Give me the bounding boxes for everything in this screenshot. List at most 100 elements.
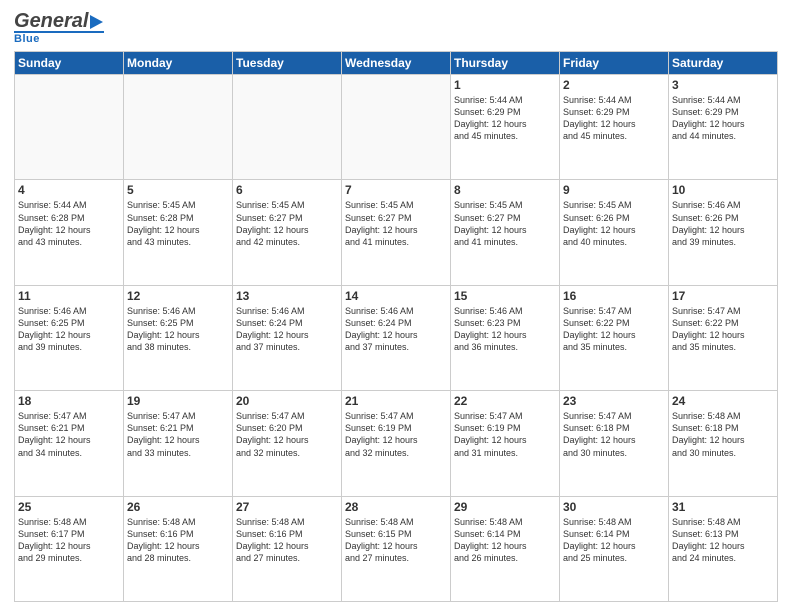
day-number: 30 — [563, 500, 665, 514]
day-number: 6 — [236, 183, 338, 197]
day-cell-10: 10 Sunrise: 5:46 AM Sunset: 6:26 PM Dayli… — [669, 180, 778, 285]
weekday-wednesday: Wednesday — [342, 52, 451, 75]
day-number: 29 — [454, 500, 556, 514]
weekday-tuesday: Tuesday — [233, 52, 342, 75]
day-cell-24: 24Sunrise: 5:48 AM Sunset: 6:18 PM Dayli… — [669, 391, 778, 496]
page: General Blue SundayMondayTuesdayWednesda… — [0, 0, 792, 612]
day-number: 11 — [18, 289, 120, 303]
day-number: 1 — [454, 78, 556, 92]
day-info: Sunrise: 5:46 AM Sunset: 6:24 PM Dayligh… — [236, 305, 338, 354]
day-info: Sunrise: 5:46 AM Sunset: 6:23 PM Dayligh… — [454, 305, 556, 354]
day-info: Sunrise: 5:48 AM Sunset: 6:14 PM Dayligh… — [563, 516, 665, 565]
day-cell-19: 19 Sunrise: 5:47 AM Sunset: 6:21 PM Dayli… — [124, 391, 233, 496]
day-number: 26 — [127, 500, 229, 514]
day-info: Sunrise: 5:47 AM Sunset: 6:18 PM Dayligh… — [563, 410, 665, 459]
day-cell-16: 16 Sunrise: 5:47 AM Sunset: 6:22 PM Dayli… — [560, 285, 669, 390]
day-cell-18: 18Sunrise: 5:47 AM Sunset: 6:21 PM Dayli… — [15, 391, 124, 496]
day-cell-8: 8 Sunrise: 5:45 AM Sunset: 6:27 PM Daylig… — [451, 180, 560, 285]
day-number: 8 — [454, 183, 556, 197]
day-info: Sunrise: 5:48 AM Sunset: 6:18 PM Dayligh… — [672, 410, 774, 459]
day-info: Sunrise: 5:48 AM Sunset: 6:13 PM Dayligh… — [672, 516, 774, 565]
empty-cell — [342, 75, 451, 180]
logo: General Blue — [14, 10, 104, 45]
day-info: Sunrise: 5:47 AM Sunset: 6:22 PM Dayligh… — [563, 305, 665, 354]
day-cell-7: 7 Sunrise: 5:45 AM Sunset: 6:27 PM Daylig… — [342, 180, 451, 285]
day-number: 7 — [345, 183, 447, 197]
day-number: 17 — [672, 289, 774, 303]
day-cell-29: 29 Sunrise: 5:48 AM Sunset: 6:14 PM Dayli… — [451, 496, 560, 601]
day-info: Sunrise: 5:44 AM Sunset: 6:29 PM Dayligh… — [672, 94, 774, 143]
day-cell-4: 4Sunrise: 5:44 AM Sunset: 6:28 PM Daylig… — [15, 180, 124, 285]
day-info: Sunrise: 5:48 AM Sunset: 6:14 PM Dayligh… — [454, 516, 556, 565]
day-info: Sunrise: 5:44 AM Sunset: 6:28 PM Dayligh… — [18, 199, 120, 248]
weekday-header-row: SundayMondayTuesdayWednesdayThursdayFrid… — [15, 52, 778, 75]
day-cell-22: 22 Sunrise: 5:47 AM Sunset: 6:19 PM Dayli… — [451, 391, 560, 496]
day-number: 19 — [127, 394, 229, 408]
day-info: Sunrise: 5:45 AM Sunset: 6:26 PM Dayligh… — [563, 199, 665, 248]
day-info: Sunrise: 5:47 AM Sunset: 6:19 PM Dayligh… — [345, 410, 447, 459]
day-cell-6: 6 Sunrise: 5:45 AM Sunset: 6:27 PM Daylig… — [233, 180, 342, 285]
day-cell-15: 15 Sunrise: 5:46 AM Sunset: 6:23 PM Dayli… — [451, 285, 560, 390]
day-cell-25: 25 Sunrise: 5:48 AM Sunset: 6:17 PM Dayli… — [15, 496, 124, 601]
logo-general-text: General — [14, 10, 89, 33]
day-number: 12 — [127, 289, 229, 303]
day-cell-11: 11Sunrise: 5:46 AM Sunset: 6:25 PM Dayli… — [15, 285, 124, 390]
day-number: 21 — [345, 394, 447, 408]
day-info: Sunrise: 5:48 AM Sunset: 6:16 PM Dayligh… — [127, 516, 229, 565]
day-number: 27 — [236, 500, 338, 514]
day-info: Sunrise: 5:46 AM Sunset: 6:26 PM Dayligh… — [672, 199, 774, 248]
calendar-table: SundayMondayTuesdayWednesdayThursdayFrid… — [14, 51, 778, 602]
day-cell-26: 26 Sunrise: 5:48 AM Sunset: 6:16 PM Dayli… — [124, 496, 233, 601]
day-cell-1: 1 Sunrise: 5:44 AM Sunset: 6:29 PM Daylig… — [451, 75, 560, 180]
day-number: 20 — [236, 394, 338, 408]
day-info: Sunrise: 5:45 AM Sunset: 6:27 PM Dayligh… — [345, 199, 447, 248]
day-info: Sunrise: 5:48 AM Sunset: 6:17 PM Dayligh… — [18, 516, 120, 565]
day-info: Sunrise: 5:44 AM Sunset: 6:29 PM Dayligh… — [454, 94, 556, 143]
weekday-thursday: Thursday — [451, 52, 560, 75]
day-info: Sunrise: 5:47 AM Sunset: 6:22 PM Dayligh… — [672, 305, 774, 354]
day-cell-12: 12 Sunrise: 5:46 AM Sunset: 6:25 PM Dayli… — [124, 285, 233, 390]
weekday-sunday: Sunday — [15, 52, 124, 75]
week-row-4: 25 Sunrise: 5:48 AM Sunset: 6:17 PM Dayli… — [15, 496, 778, 601]
day-info: Sunrise: 5:45 AM Sunset: 6:27 PM Dayligh… — [236, 199, 338, 248]
logo-wing-icon — [90, 15, 103, 29]
day-cell-30: 30 Sunrise: 5:48 AM Sunset: 6:14 PM Dayli… — [560, 496, 669, 601]
day-info: Sunrise: 5:47 AM Sunset: 6:19 PM Dayligh… — [454, 410, 556, 459]
day-cell-13: 13 Sunrise: 5:46 AM Sunset: 6:24 PM Dayli… — [233, 285, 342, 390]
day-cell-14: 14Sunrise: 5:46 AM Sunset: 6:24 PM Dayli… — [342, 285, 451, 390]
day-number: 5 — [127, 183, 229, 197]
day-number: 25 — [18, 500, 120, 514]
day-info: Sunrise: 5:47 AM Sunset: 6:21 PM Dayligh… — [127, 410, 229, 459]
day-cell-23: 23Sunrise: 5:47 AM Sunset: 6:18 PM Dayli… — [560, 391, 669, 496]
header: General Blue — [14, 10, 778, 45]
day-cell-20: 20 Sunrise: 5:47 AM Sunset: 6:20 PM Dayli… — [233, 391, 342, 496]
day-number: 22 — [454, 394, 556, 408]
day-cell-2: 2Sunrise: 5:44 AM Sunset: 6:29 PM Daylig… — [560, 75, 669, 180]
day-info: Sunrise: 5:45 AM Sunset: 6:27 PM Dayligh… — [454, 199, 556, 248]
day-number: 16 — [563, 289, 665, 303]
day-number: 28 — [345, 500, 447, 514]
week-row-3: 18Sunrise: 5:47 AM Sunset: 6:21 PM Dayli… — [15, 391, 778, 496]
day-number: 3 — [672, 78, 774, 92]
logo-blue-label: Blue — [14, 33, 40, 45]
day-number: 10 — [672, 183, 774, 197]
day-info: Sunrise: 5:46 AM Sunset: 6:25 PM Dayligh… — [127, 305, 229, 354]
weekday-monday: Monday — [124, 52, 233, 75]
day-info: Sunrise: 5:47 AM Sunset: 6:21 PM Dayligh… — [18, 410, 120, 459]
day-number: 31 — [672, 500, 774, 514]
day-number: 15 — [454, 289, 556, 303]
day-info: Sunrise: 5:48 AM Sunset: 6:15 PM Dayligh… — [345, 516, 447, 565]
day-cell-3: 3 Sunrise: 5:44 AM Sunset: 6:29 PM Daylig… — [669, 75, 778, 180]
day-cell-9: 9Sunrise: 5:45 AM Sunset: 6:26 PM Daylig… — [560, 180, 669, 285]
empty-cell — [233, 75, 342, 180]
day-info: Sunrise: 5:47 AM Sunset: 6:20 PM Dayligh… — [236, 410, 338, 459]
week-row-0: 1 Sunrise: 5:44 AM Sunset: 6:29 PM Daylig… — [15, 75, 778, 180]
day-number: 14 — [345, 289, 447, 303]
weekday-saturday: Saturday — [669, 52, 778, 75]
day-number: 13 — [236, 289, 338, 303]
day-number: 2 — [563, 78, 665, 92]
day-cell-31: 31 Sunrise: 5:48 AM Sunset: 6:13 PM Dayli… — [669, 496, 778, 601]
day-cell-28: 28 Sunrise: 5:48 AM Sunset: 6:15 PM Dayli… — [342, 496, 451, 601]
day-cell-17: 17 Sunrise: 5:47 AM Sunset: 6:22 PM Dayli… — [669, 285, 778, 390]
weekday-friday: Friday — [560, 52, 669, 75]
